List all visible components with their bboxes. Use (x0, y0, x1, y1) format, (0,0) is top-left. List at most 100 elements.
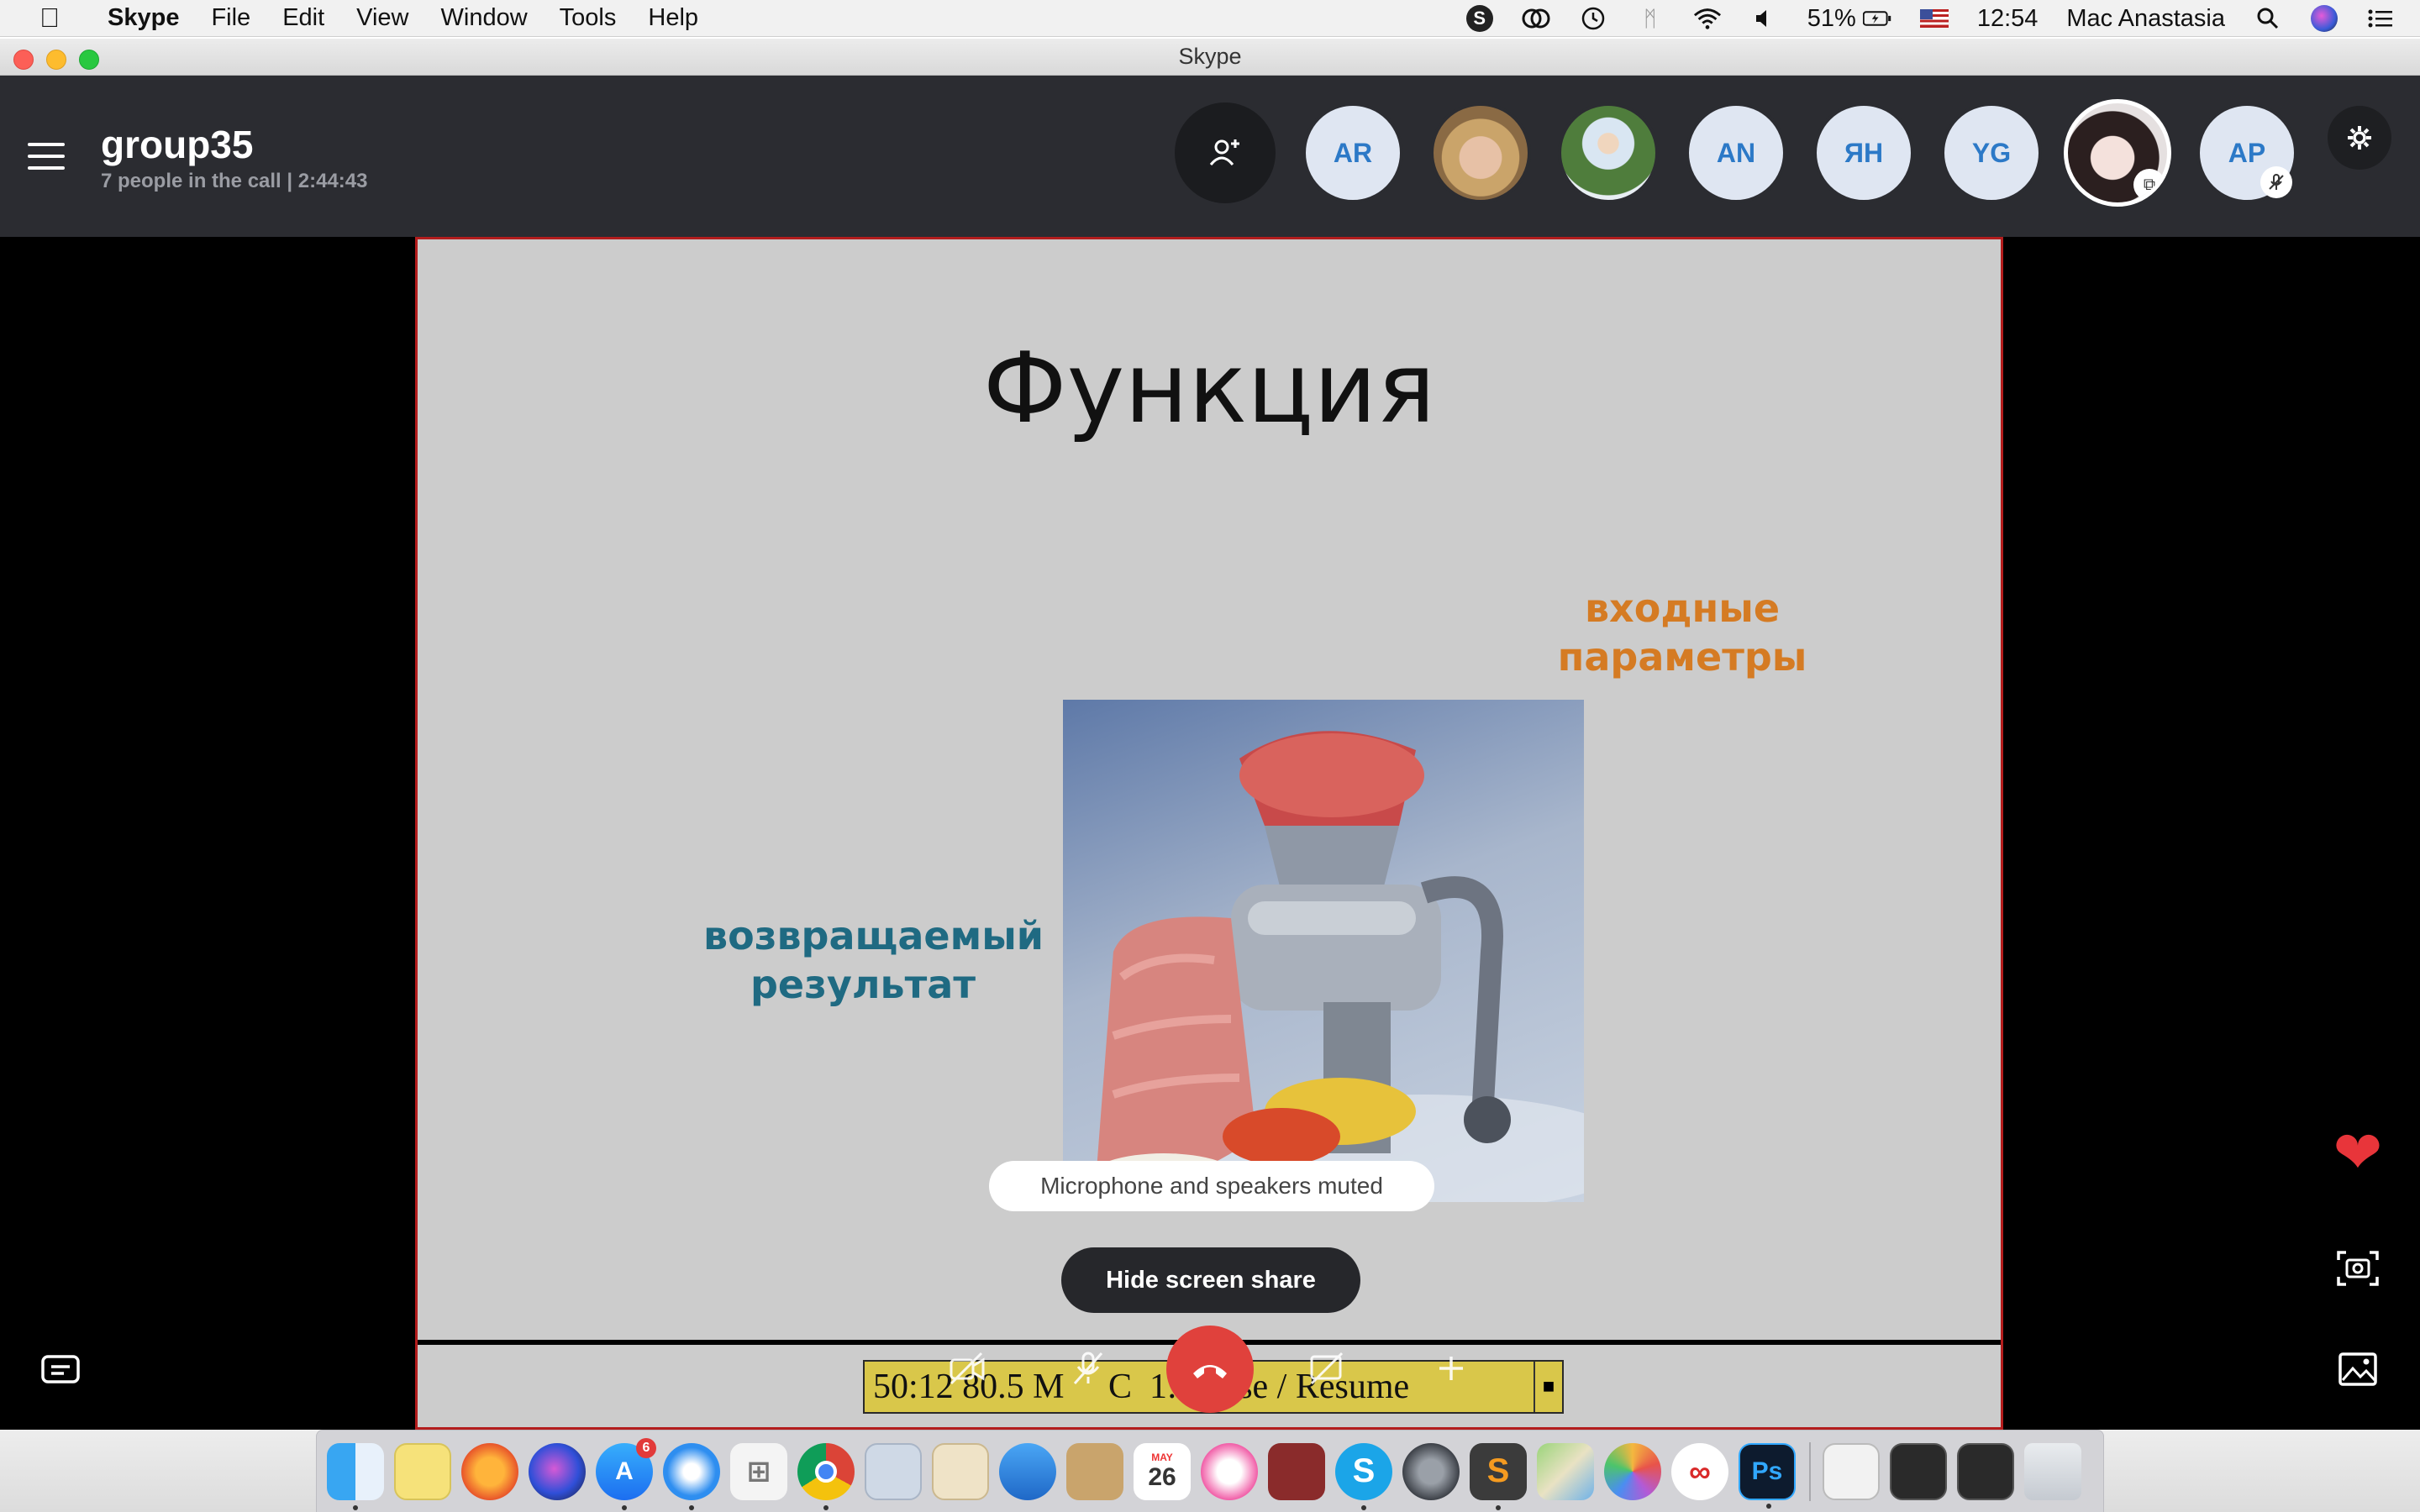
menu-bar:  Skype File Edit View Window Tools Help… (0, 0, 2420, 37)
microphone-toggle-button[interactable] (1059, 1339, 1118, 1398)
volume-icon[interactable] (1750, 4, 1779, 33)
safari-icon[interactable] (663, 1442, 720, 1510)
wifi-icon[interactable] (1693, 4, 1722, 33)
participant-avatar-yan[interactable]: ЯН (1813, 102, 1914, 203)
migration-icon[interactable] (999, 1442, 1056, 1500)
menu-view[interactable]: View (356, 4, 408, 32)
calendar-icon[interactable]: MAY 26 (1134, 1442, 1191, 1500)
skype-status-icon[interactable]: S (1465, 5, 1493, 32)
calendar-month: MAY (1151, 1451, 1173, 1463)
menu-file[interactable]: File (211, 4, 250, 32)
siri-dock-icon[interactable] (529, 1442, 586, 1500)
settings-gear-button[interactable] (2328, 106, 2391, 170)
screen-share-icon: ⧉ (2133, 169, 2165, 201)
call-header: group35 7 people in the call | 2:44:43 A… (0, 76, 2420, 237)
participant-avatar-ar[interactable]: AR (1302, 102, 1403, 203)
snapshot-button[interactable] (2331, 1242, 2385, 1295)
chat-icon (41, 1355, 80, 1383)
zoom-window-button[interactable] (79, 50, 99, 70)
participant-avatar-photo[interactable] (1430, 102, 1531, 203)
menu-app-name[interactable]: Skype (108, 4, 179, 32)
window-title: Skype (1178, 44, 1242, 69)
hide-screen-share-button[interactable]: Hide screen share (1061, 1247, 1360, 1313)
add-person-icon (1209, 139, 1239, 165)
user-name[interactable]: Mac Anastasia (2066, 5, 2225, 33)
more-options-button[interactable] (1422, 1339, 1481, 1398)
call-status: 7 people in the call | 2:44:43 (101, 170, 368, 192)
clock[interactable]: 12:54 (1977, 5, 2039, 33)
time-machine-icon[interactable] (1579, 4, 1607, 33)
avatar-initials: AR (1333, 137, 1373, 168)
siri-icon[interactable] (2311, 5, 2338, 32)
gear-icon (2348, 126, 2371, 150)
slide-title: Функция (982, 332, 1436, 445)
participant-avatar-ap[interactable]: AP (2196, 102, 2297, 203)
screen-share-toggle-button[interactable] (1297, 1339, 1356, 1398)
avatar-initials: ЯН (1844, 137, 1884, 168)
mic-off-icon (1073, 1352, 1103, 1384)
slide-output-label: возвращаемый результат (703, 913, 1044, 1007)
participant-avatar-yg[interactable]: YG (1941, 102, 2042, 203)
photos-icon[interactable] (1604, 1442, 1661, 1500)
plus-icon (1439, 1357, 1463, 1380)
sublime-text-icon[interactable]: S (1470, 1442, 1527, 1510)
system-preferences-icon[interactable] (1402, 1442, 1460, 1500)
photoshop-icon[interactable]: Ps (1739, 1442, 1796, 1509)
video-off-icon (950, 1352, 985, 1385)
photo-booth-icon[interactable] (1268, 1442, 1325, 1500)
participant-avatar-presenter[interactable]: ⧉ (2064, 99, 2171, 207)
documents-icon[interactable] (932, 1442, 989, 1500)
minimize-window-button[interactable] (46, 50, 66, 70)
participant-avatar-an[interactable]: AN (1686, 102, 1786, 203)
calendar-day: 26 (1148, 1462, 1176, 1491)
shared-screen: Функция входные параметры возвращаемый р… (415, 237, 2003, 1430)
muted-notice: Microphone and speakers muted (989, 1161, 1434, 1211)
menu-tools[interactable]: Tools (560, 4, 617, 32)
preview-icon[interactable] (865, 1442, 922, 1500)
end-call-button[interactable] (1166, 1326, 1254, 1413)
itunes-icon[interactable] (1201, 1442, 1258, 1500)
chat-toggle-button[interactable] (34, 1342, 87, 1396)
screen-share-off-icon (1310, 1352, 1344, 1385)
camera-snapshot-icon (2337, 1251, 2379, 1286)
bluetooth-icon[interactable]: ᛗ (1636, 4, 1665, 33)
menu-window[interactable]: Window (441, 4, 528, 32)
creative-cloud-menu-icon[interactable] (1522, 4, 1550, 33)
menu-help[interactable]: Help (648, 4, 698, 32)
trash-icon[interactable] (2024, 1442, 2081, 1500)
window-stack-icon[interactable] (1957, 1442, 2014, 1500)
slide-input-label: входные параметры (1557, 585, 1807, 680)
us-flag-icon[interactable] (1919, 9, 1949, 28)
add-participant-button[interactable] (1175, 102, 1276, 203)
participant-avatar-photo[interactable] (1558, 102, 1659, 203)
avatar-initials: AP (2228, 137, 2266, 168)
close-window-button[interactable] (13, 50, 34, 70)
screenshot-stack-icon[interactable] (1890, 1442, 1947, 1500)
launchpad-icon[interactable]: ⊞ (730, 1442, 787, 1500)
app-store-badge: 6 (636, 1437, 656, 1458)
maps-icon[interactable] (1537, 1442, 1594, 1500)
video-off-button[interactable] (938, 1339, 997, 1398)
dock-separator (1809, 1441, 1811, 1501)
notes-icon[interactable] (394, 1442, 451, 1500)
battery-percent: 51% (1807, 4, 1856, 32)
app-store-icon[interactable]: A6 (596, 1437, 656, 1510)
spotlight-search-icon[interactable] (2254, 4, 2282, 33)
skype-dock-icon[interactable]: S (1335, 1442, 1392, 1510)
contacts-icon[interactable] (1066, 1442, 1123, 1500)
notification-center-icon[interactable] (2366, 4, 2395, 33)
apple-icon[interactable]:  (34, 3, 66, 34)
battery-icon[interactable] (1862, 4, 1891, 33)
menu-edit[interactable]: Edit (282, 4, 324, 32)
avatar-initials: YG (1971, 137, 2012, 168)
hamburger-menu-icon[interactable] (28, 143, 65, 170)
recorder-stop-icon[interactable]: ■ (1534, 1362, 1562, 1412)
heart-reaction-button[interactable]: ❤ (2331, 1120, 2385, 1185)
firefox-icon[interactable] (461, 1442, 518, 1500)
gallery-button[interactable] (2331, 1342, 2385, 1396)
image-icon (2338, 1352, 2377, 1386)
downloads-stack-icon[interactable] (1823, 1442, 1880, 1500)
creative-cloud-icon[interactable]: ∞ (1671, 1442, 1728, 1500)
chrome-icon[interactable] (797, 1442, 855, 1510)
finder-icon[interactable] (327, 1442, 384, 1510)
